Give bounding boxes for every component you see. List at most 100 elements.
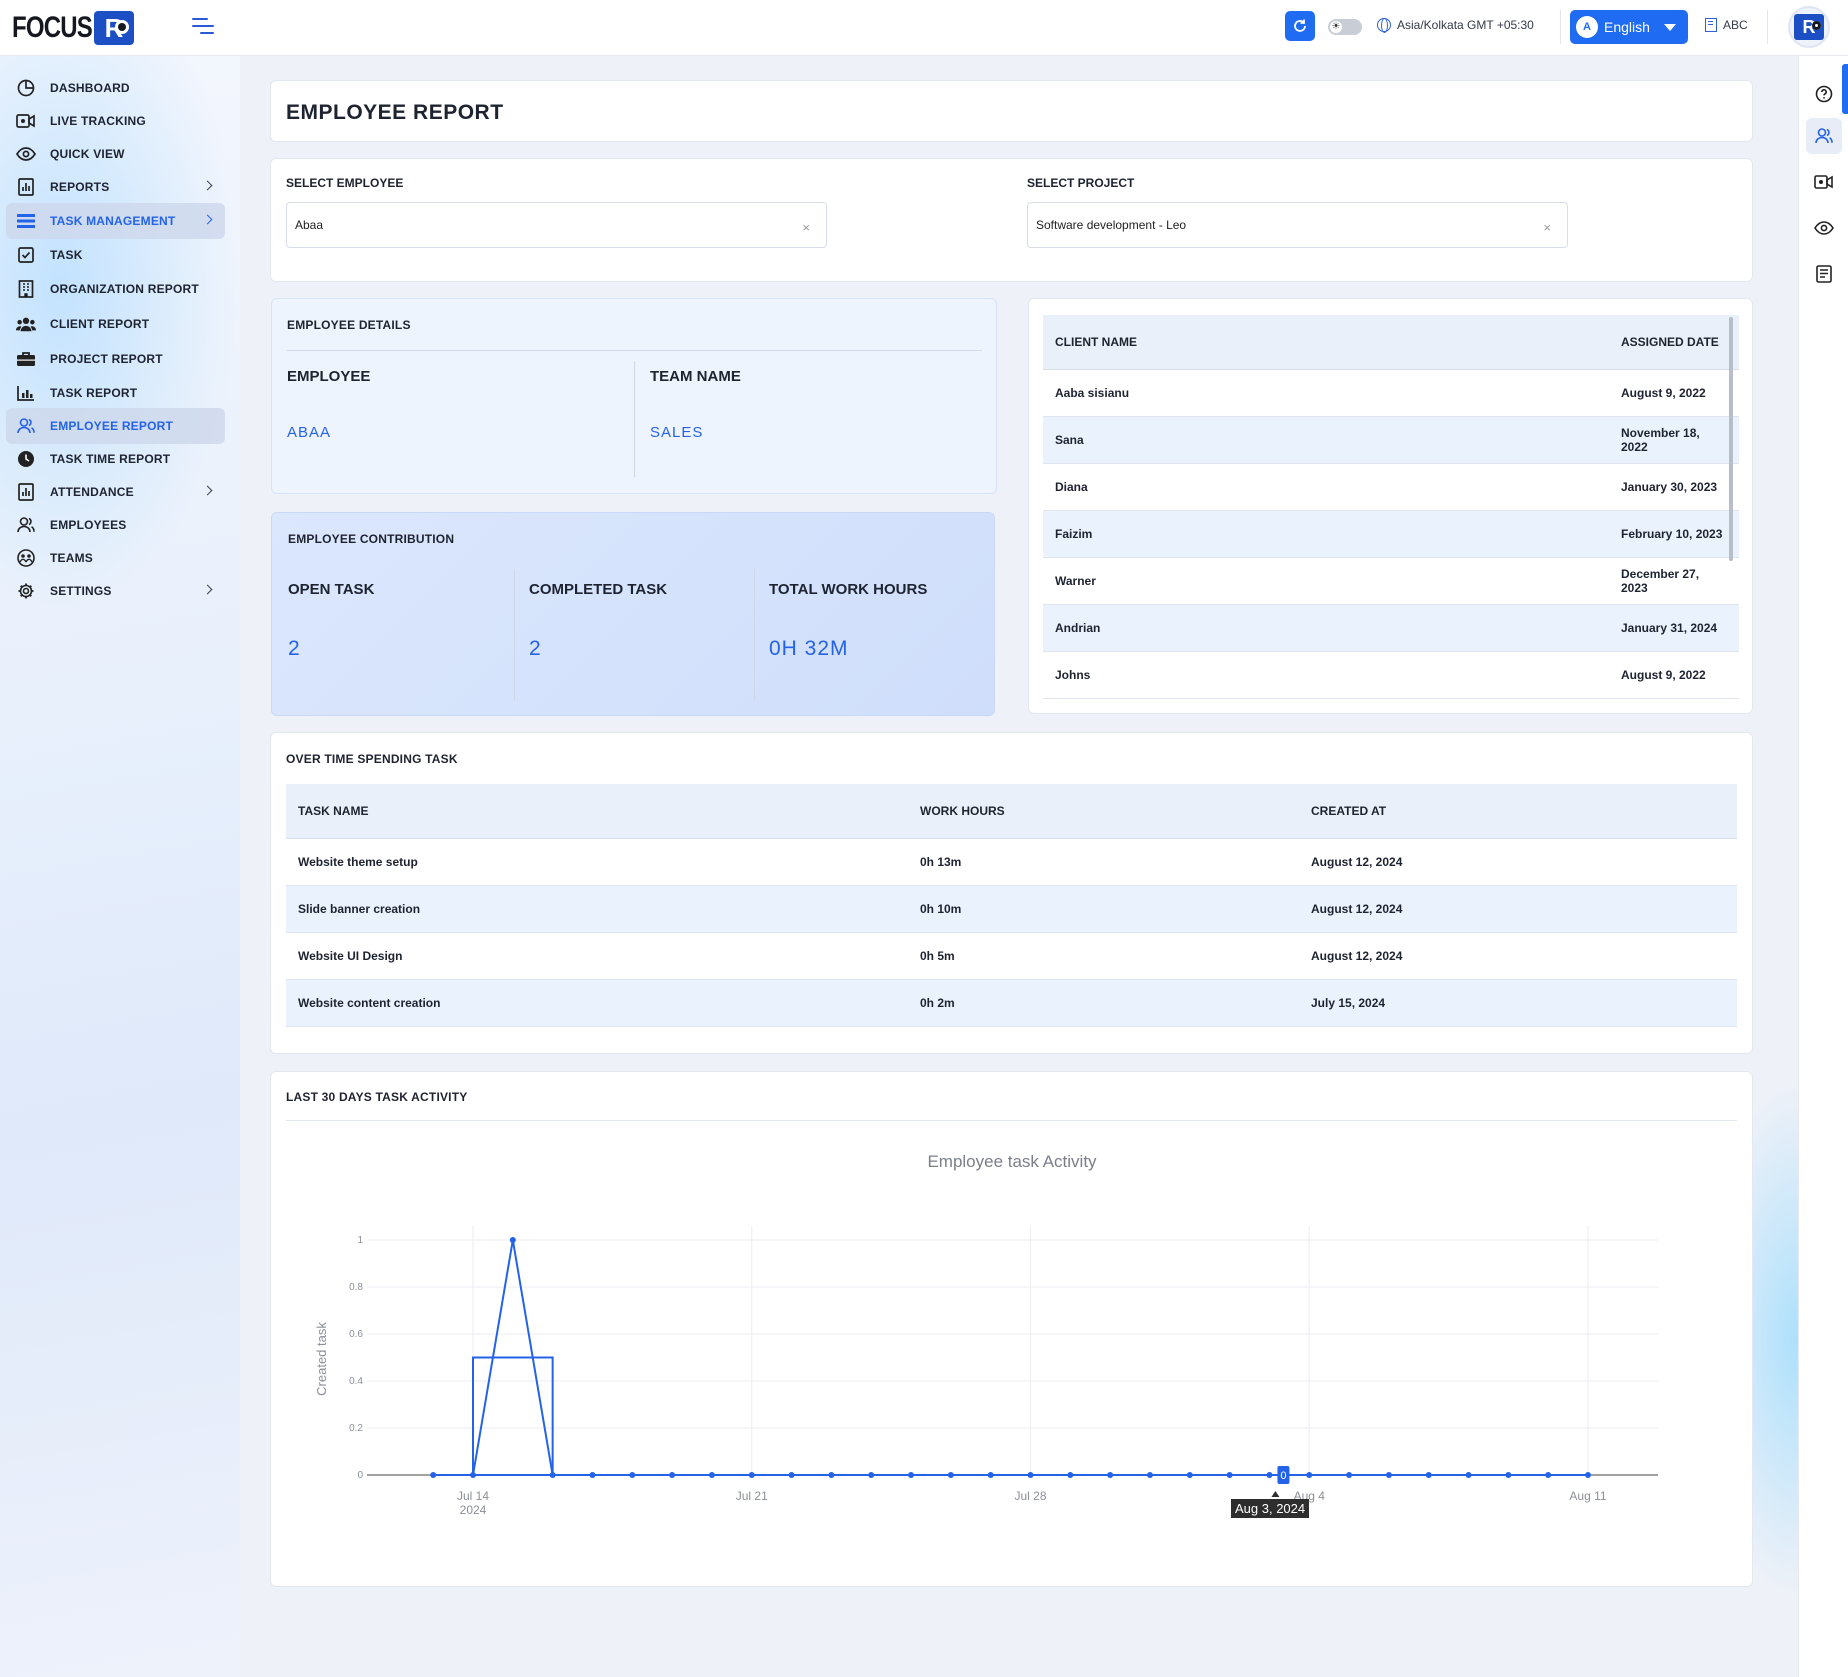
sidebar-item-label: REPORTS xyxy=(50,180,110,194)
client-name-cell: Johns xyxy=(1043,651,1609,699)
data-point xyxy=(1385,1472,1392,1478)
help-icon xyxy=(1815,85,1833,103)
table-row: Website UI Design 0h 5m August 12, 2024 xyxy=(286,932,1737,980)
close-icon[interactable]: × xyxy=(1543,220,1551,235)
client-name-cell: Aaba sisianu xyxy=(1043,369,1609,417)
eye-icon xyxy=(16,144,36,164)
client-table-scroll[interactable]: CLIENT NAME ASSIGNED DATE Aaba sisianu Au… xyxy=(1043,315,1739,699)
table-row: Slide banner creation 0h 10m August 12, 20… xyxy=(286,885,1737,933)
sidebar-item-project-report[interactable]: PROJECT REPORT xyxy=(6,341,225,377)
sidebar-item-client-report[interactable]: CLIENT REPORT xyxy=(6,306,225,342)
work-hours-header: WORK HOURS xyxy=(908,784,1299,839)
data-point xyxy=(470,1472,476,1478)
x-tick-label: 2024 xyxy=(460,1503,487,1517)
chevron-right-icon xyxy=(202,214,213,225)
sidebar-item-label: ORGANIZATION REPORT xyxy=(50,282,199,296)
chart-tooltip: Aug 3, 2024 xyxy=(1231,1499,1310,1518)
sidebar-item-label: TASK TIME REPORT xyxy=(50,452,171,466)
sidebar-item-reports[interactable]: REPORTS xyxy=(6,169,225,205)
hover-value: 0 xyxy=(1280,1470,1286,1482)
rail-employee-button[interactable] xyxy=(1806,118,1842,154)
users-icon xyxy=(16,515,36,535)
avatar-logo: R xyxy=(1794,14,1824,40)
assigned-date-cell: January 30, 2023 xyxy=(1609,463,1739,511)
avatar[interactable]: R xyxy=(1788,6,1830,48)
work-hours-cell: 0h 10m xyxy=(908,885,1299,933)
timezone-label: Asia/Kolkata GMT +05:30 xyxy=(1397,18,1534,32)
employee-contribution-card: EMPLOYEE CONTRIBUTION OPEN TASK 2 COMPLE… xyxy=(271,512,995,716)
timezone-selector[interactable]: Asia/Kolkata GMT +05:30 xyxy=(1377,18,1534,33)
sidebar-item-task-management[interactable]: TASK MANAGEMENT xyxy=(6,203,225,239)
data-point xyxy=(1585,1472,1591,1478)
assigned-date-cell: August 9, 2022 xyxy=(1609,369,1739,417)
refresh-button[interactable] xyxy=(1285,11,1315,41)
team-head: TEAM NAME xyxy=(650,368,741,385)
data-point xyxy=(430,1472,437,1478)
data-point xyxy=(1146,1472,1153,1478)
page-title: EMPLOYEE REPORT xyxy=(286,101,504,124)
document-icon xyxy=(1816,265,1832,283)
chevron-right-icon xyxy=(202,584,213,595)
organization-selector[interactable]: ABC xyxy=(1705,18,1748,32)
rail-live-button[interactable] xyxy=(1806,164,1842,200)
app-logo[interactable]: FOCUS R xyxy=(12,10,134,46)
task-name-cell: Website theme setup xyxy=(286,838,908,886)
help-button[interactable] xyxy=(1806,76,1842,112)
title-card: EMPLOYEE REPORT xyxy=(270,80,1753,142)
language-label: English xyxy=(1604,19,1650,35)
sidebar-item-attendance[interactable]: ATTENDANCE xyxy=(6,474,225,510)
client-name-cell: Andrian xyxy=(1043,604,1609,652)
sidebar-item-live-tracking[interactable]: LIVE TRACKING xyxy=(6,103,225,139)
table-row: Faizim February 10, 2023 xyxy=(1043,510,1739,558)
sidebar-item-label: TASK xyxy=(50,248,83,262)
sidebar-item-organization-report[interactable]: ORGANIZATION REPORT xyxy=(6,271,225,307)
employee-select[interactable]: Abaa × xyxy=(286,202,827,248)
employee-select-value: Abaa xyxy=(295,218,324,232)
y-axis-label: Created task xyxy=(314,1322,329,1396)
rail-accent xyxy=(1842,64,1848,114)
menu-toggle-icon[interactable] xyxy=(192,18,214,36)
data-point xyxy=(828,1472,835,1478)
sidebar-item-quick-view[interactable]: QUICK VIEW xyxy=(6,136,225,172)
data-point xyxy=(1107,1472,1114,1478)
data-point xyxy=(549,1472,556,1478)
sidebar-item-task-report[interactable]: TASK REPORT xyxy=(6,375,225,411)
task-activity-chart[interactable]: Employee task Activity Created task 0 0.2 0.… xyxy=(271,1072,1754,1588)
y-tick-label: 0 xyxy=(357,1470,363,1481)
sidebar-item-settings[interactable]: SETTINGS xyxy=(6,573,225,609)
logo-text: FOCUS xyxy=(12,11,93,44)
sidebar-item-teams[interactable]: TEAMS xyxy=(6,540,225,576)
close-icon[interactable]: × xyxy=(802,220,810,235)
client-name-cell: Faizim xyxy=(1043,510,1609,558)
language-dropdown[interactable]: A English xyxy=(1570,10,1688,44)
user-icon xyxy=(16,416,36,436)
sidebar-item-employees[interactable]: EMPLOYEES xyxy=(6,507,225,543)
briefcase-icon xyxy=(16,349,36,369)
rail-report-button[interactable] xyxy=(1806,256,1842,292)
project-select[interactable]: Software development - Leo × xyxy=(1027,202,1568,248)
tooltip-pointer xyxy=(1271,1491,1280,1497)
sidebar-item-task-time-report[interactable]: TASK TIME REPORT xyxy=(6,441,225,477)
client-name-header: CLIENT NAME xyxy=(1043,315,1609,370)
sidebar-item-dashboard[interactable]: DASHBOARD xyxy=(6,70,225,106)
pie-chart-icon xyxy=(16,78,36,98)
assigned-date-cell: November 18, 2022 xyxy=(1609,416,1739,464)
completed-task-value: 2 xyxy=(529,637,542,660)
sidebar-item-employee-report[interactable]: EMPLOYEE REPORT xyxy=(6,408,225,444)
y-tick-label: 0.6 xyxy=(349,1329,363,1340)
users-group-icon xyxy=(16,314,36,334)
sidebar-item-task[interactable]: TASK xyxy=(6,237,225,273)
top-bar: FOCUS R ☀ Asia/Kolkata GMT +05:30 A Engl… xyxy=(0,0,1848,56)
rail-view-button[interactable] xyxy=(1806,210,1842,246)
teams-icon xyxy=(16,548,36,568)
assigned-date-cell: January 31, 2024 xyxy=(1609,604,1739,652)
sidebar-item-label: LIVE TRACKING xyxy=(50,114,146,128)
x-tick-label: Jul 14 xyxy=(457,1489,489,1503)
client-table-scrollbar[interactable] xyxy=(1729,317,1733,561)
task-chart-icon xyxy=(16,383,36,403)
sidebar-item-label: QUICK VIEW xyxy=(50,147,125,161)
right-rail xyxy=(1798,56,1848,1677)
client-table: CLIENT NAME ASSIGNED DATE Aaba sisianu Au… xyxy=(1043,315,1739,699)
work-hours-cell: 0h 2m xyxy=(908,979,1299,1027)
theme-toggle[interactable]: ☀ xyxy=(1328,19,1362,35)
